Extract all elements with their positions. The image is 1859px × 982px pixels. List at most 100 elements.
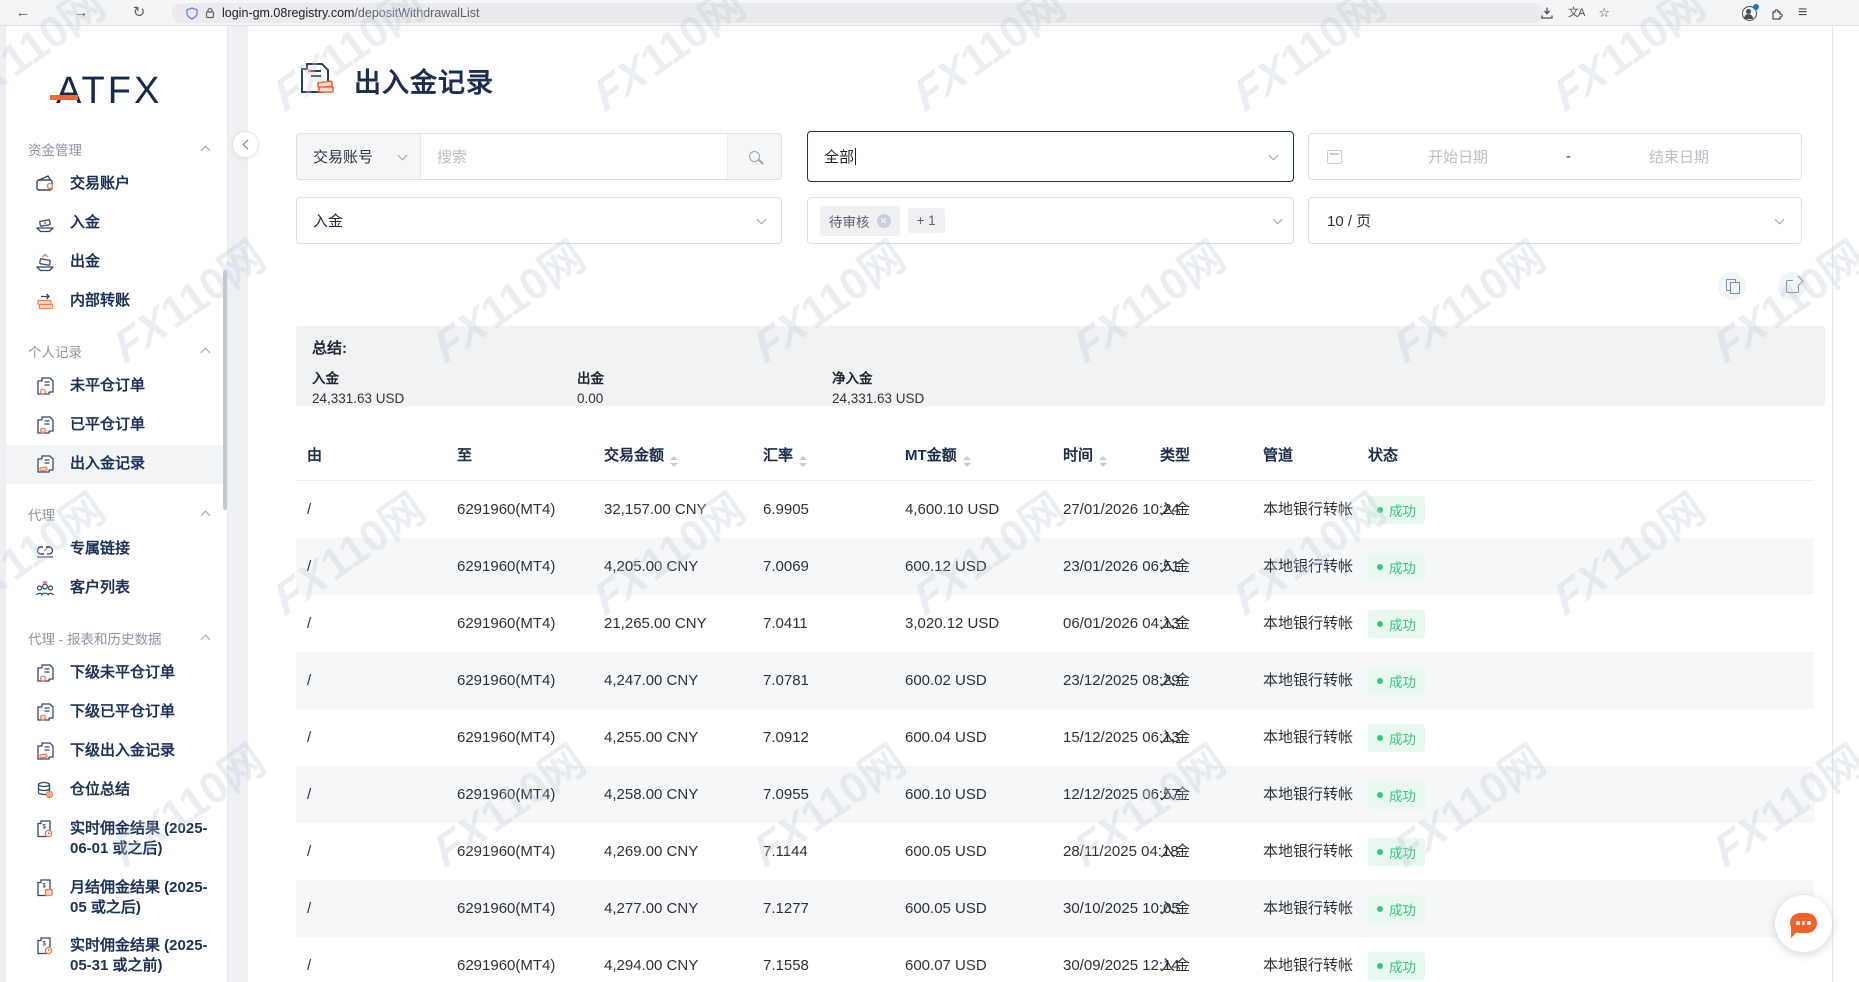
column-header[interactable]: 交易金额 [604, 430, 678, 481]
sort-icon[interactable] [1099, 456, 1107, 467]
date-range-picker[interactable]: 开始日期 - 结束日期 [1308, 133, 1802, 180]
status-badge: 成功 [1368, 496, 1425, 524]
sort-icon[interactable] [963, 456, 971, 467]
sidebar-item-sub-closed-orders[interactable]: 下级已平仓订单 [6, 693, 227, 732]
filter-tag[interactable]: 待审核✕ [820, 206, 900, 236]
cell-status: 成功 [1368, 880, 1425, 937]
translate-icon[interactable]: 文A [1568, 0, 1584, 26]
cell-channel: 本地银行转帐 [1263, 595, 1353, 652]
summary-title: 总结: [312, 337, 1809, 358]
sidebar-item-deposit-withdraw-records[interactable]: 出入金记录 [6, 445, 227, 484]
cell-from: / [307, 481, 311, 538]
sidebar-item-realtime-commission-after[interactable]: $实时佣金结果 (2025-06-01 或之后) [6, 810, 227, 869]
sidebar-item-monthly-commission[interactable]: $月结佣金结果 (2025-05 或之后) [6, 869, 227, 928]
back-icon[interactable]: ← [12, 0, 34, 26]
svg-text:$: $ [48, 793, 51, 799]
cell-mt_amount: 3,020.12 USD [905, 595, 999, 652]
cell-mt_amount: 4,600.10 USD [905, 481, 999, 538]
account-type-select[interactable]: 交易账号 [297, 134, 421, 179]
scrollbar-gutter[interactable] [1832, 26, 1859, 982]
page-title: 出入金记录 [354, 61, 494, 100]
cell-rate: 7.0781 [763, 652, 809, 709]
profile-avatar-icon[interactable] [1742, 6, 1757, 21]
chat-icon [1790, 913, 1817, 933]
chat-button[interactable] [1775, 895, 1832, 952]
shield-icon[interactable] [186, 7, 198, 20]
sidebar-scrollbar[interactable] [223, 270, 227, 510]
direction-select[interactable]: 入金 [296, 197, 782, 244]
status-badge: 成功 [1368, 952, 1425, 980]
sidebar-item-trading-account[interactable]: 交易账户 [6, 165, 227, 204]
start-date-input[interactable]: 开始日期 [1354, 146, 1562, 167]
forward-icon[interactable]: → [70, 0, 92, 26]
end-date-input[interactable]: 结束日期 [1575, 146, 1783, 167]
text-cursor [855, 148, 856, 165]
table-row: /6291960(MT4)4,294.00 CNY7.1558600.07 US… [296, 937, 1814, 982]
sidebar-item-referral-link[interactable]: 专属链接 [6, 530, 227, 569]
export-button[interactable] [1778, 272, 1806, 300]
customers-icon [34, 577, 56, 599]
cell-to: 6291960(MT4) [457, 880, 555, 937]
search-button[interactable] [727, 134, 781, 179]
sidebar-item-open-orders[interactable]: 未平仓订单 [6, 367, 227, 406]
sidebar-item-label: 专属链接 [70, 539, 130, 559]
filter-tag[interactable]: + 1 [908, 208, 945, 233]
tag-close-icon[interactable]: ✕ [877, 214, 891, 228]
cell-type: 入金 [1160, 823, 1190, 880]
logo-orange-dash [50, 95, 78, 100]
table-body: /6291960(MT4)32,157.00 CNY6.99054,600.10… [296, 481, 1814, 982]
cell-from: / [307, 595, 311, 652]
sidebar-item-position-summary[interactable]: $仓位总结 [6, 771, 227, 810]
cell-type: 入金 [1160, 937, 1190, 982]
column-header: 类型 [1160, 430, 1190, 481]
sidebar-section-label[interactable]: 个人记录 [28, 341, 209, 361]
sort-icon[interactable] [670, 456, 678, 467]
sort-icon[interactable] [799, 456, 807, 467]
sidebar-item-sub-open-orders[interactable]: 下级未平仓订单 [6, 654, 227, 693]
sidebar-item-realtime-commission-before[interactable]: $实时佣金结果 (2025-05-31 或之前) [6, 927, 227, 982]
copy-button[interactable] [1718, 272, 1746, 300]
sidebar-collapse-button[interactable] [232, 131, 259, 158]
sidebar-section-label[interactable]: 代理 - 报表和历史数据 [28, 628, 209, 648]
sidebar-section-label[interactable]: 资金管理 [28, 139, 209, 159]
sidebar-item-closed-orders[interactable]: 已平仓订单 [6, 406, 227, 445]
column-header[interactable]: MT金额 [905, 430, 971, 481]
main-panel: 出入金记录 交易账号 搜索 全部 开始日期 - 结束日期 入金 待审核✕+ 1 … [248, 26, 1832, 982]
column-header[interactable]: 汇率 [763, 430, 807, 481]
date-separator: - [1562, 148, 1575, 165]
menu-icon[interactable]: ≡ [1798, 0, 1807, 26]
sidebar-item-internal-transfer[interactable]: 内部转账 [6, 282, 227, 321]
status-multiselect[interactable]: 待审核✕ + 1 [807, 197, 1294, 244]
bookmark-star-icon[interactable]: ☆ [1598, 0, 1610, 26]
chevron-up-icon [201, 146, 211, 156]
sidebar-section-label[interactable]: 代理 [28, 504, 209, 524]
sidebar-item-deposit[interactable]: 入金 [6, 204, 227, 243]
download-icon[interactable] [1540, 6, 1554, 20]
browser-chrome: ← → ↻ login-gm.08registry.com/depositWit… [0, 0, 1859, 26]
status-badge: 成功 [1368, 895, 1425, 923]
sidebar-item-label: 月结佣金结果 (2025-05 或之后) [70, 878, 215, 919]
cell-channel: 本地银行转帐 [1263, 937, 1353, 982]
cell-rate: 7.1144 [763, 823, 808, 880]
status-filter-select[interactable]: 全部 [807, 131, 1294, 182]
search-input[interactable]: 搜索 [421, 134, 727, 179]
column-header[interactable]: 时间 [1063, 430, 1107, 481]
sidebar-item-withdraw[interactable]: 出金 [6, 243, 227, 282]
cell-from: / [307, 709, 311, 766]
cell-to: 6291960(MT4) [457, 652, 555, 709]
cell-to: 6291960(MT4) [457, 538, 555, 595]
chevron-down-icon [1273, 214, 1283, 224]
reload-icon[interactable]: ↻ [128, 0, 150, 26]
address-bar[interactable]: login-gm.08registry.com/depositWithdrawa… [172, 3, 1544, 23]
lock-icon[interactable] [205, 7, 215, 19]
sidebar-item-sub-deposit-withdraw[interactable]: 下级出入金记录 [6, 732, 227, 771]
deposit-icon [34, 212, 56, 234]
extensions-icon[interactable] [1771, 7, 1784, 20]
summary-item: 净入金24,331.63 USD [832, 367, 924, 406]
summary-item: 入金24,331.63 USD [312, 367, 404, 406]
cell-status: 成功 [1368, 538, 1425, 595]
link-icon [34, 538, 56, 560]
page-size-select[interactable]: 10 / 页 [1308, 197, 1802, 244]
orders-closed-icon [34, 414, 56, 436]
sidebar-item-customer-list[interactable]: 客户列表 [6, 569, 227, 608]
